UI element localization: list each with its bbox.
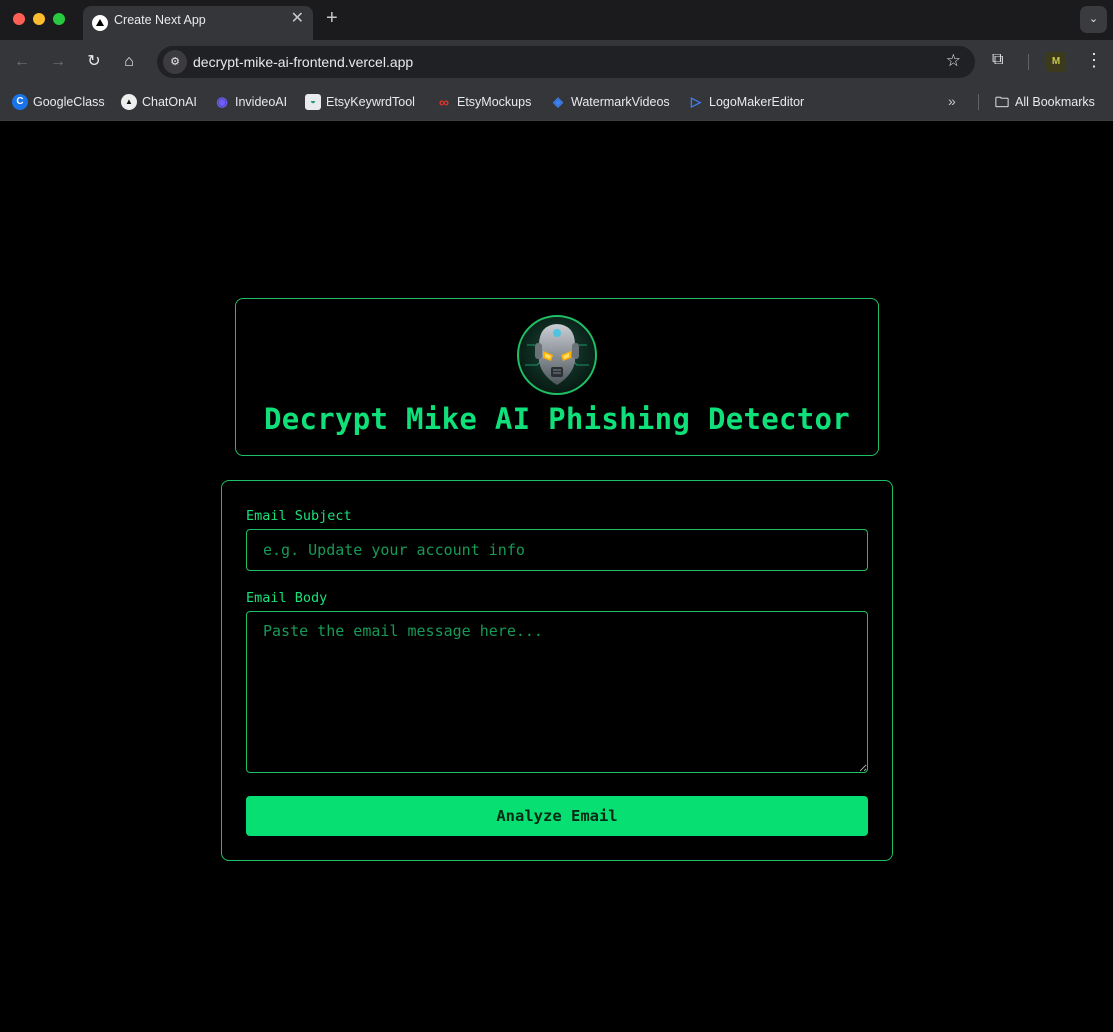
tab-title: Create Next App — [114, 13, 206, 27]
minimize-window-button[interactable] — [33, 13, 45, 25]
robot-avatar-icon — [517, 315, 597, 395]
home-button[interactable]: ⌂ — [118, 51, 140, 73]
nextjs-favicon-icon — [92, 15, 108, 31]
bookmark-etsymockups[interactable]: ∞ EtsyMockups — [436, 92, 531, 112]
c-logo-icon: C — [12, 94, 28, 110]
meta-logo-icon: ∞ — [439, 94, 449, 110]
play-logo-icon: ▷ — [691, 94, 701, 109]
header-card: Decrypt Mike AI Phishing Detector — [235, 298, 879, 456]
folder-icon: 🗀 — [995, 94, 1009, 110]
bookmark-label: LogoMakerEditor — [709, 95, 805, 109]
bookmark-chatonai[interactable]: ▲ ChatOnAI — [121, 92, 197, 112]
profile-avatar[interactable]: M — [1046, 52, 1066, 72]
url-text[interactable]: decrypt-mike-ai-frontend.vercel.app — [193, 54, 413, 70]
subject-label: Email Subject — [246, 508, 352, 524]
bookmarks-overflow-chevron-icon[interactable]: » — [948, 93, 956, 109]
invideo-logo-icon: ◉ — [216, 94, 228, 109]
analyze-email-button[interactable]: Analyze Email — [246, 796, 868, 836]
etsy-tool-logo-icon: ◒ — [305, 94, 321, 110]
body-label: Email Body — [246, 590, 328, 606]
tab-close-icon[interactable]: ✕ — [291, 11, 304, 27]
bookmark-logomakereditor[interactable]: ▷ LogoMakerEditor — [688, 92, 804, 112]
bookmark-label: ChatOnAI — [142, 95, 197, 109]
forward-button[interactable]: → — [47, 51, 69, 73]
page-title: Decrypt Mike AI Phishing Detector — [263, 402, 851, 436]
analysis-form: Email Subject Email Body Analyze Email — [221, 480, 893, 861]
bookmark-label: InvideoAI — [235, 95, 288, 109]
bookmark-label: EtsyKeywrdTool — [326, 95, 415, 109]
tab-strip: Create Next App ✕ + ⌄ — [0, 0, 1113, 40]
tab-search-button[interactable]: ⌄ — [1080, 6, 1107, 33]
extensions-puzzle-icon[interactable]: ⧉ — [992, 51, 1003, 69]
subject-input[interactable] — [246, 529, 868, 571]
bookmark-invideoai[interactable]: ◉ InvideoAI — [214, 92, 287, 112]
bookmark-label: EtsyMockups — [457, 95, 532, 109]
page-viewport: Decrypt Mike AI Phishing Detector Email … — [0, 121, 1113, 1032]
watermark-logo-icon: ◈ — [553, 94, 563, 109]
site-info-icon[interactable]: ⚙ — [163, 50, 187, 74]
new-tab-button[interactable]: + — [326, 8, 338, 28]
kebab-menu-icon[interactable]: ⋮ — [1085, 50, 1103, 71]
toolbar-divider — [1028, 54, 1029, 70]
bookmarks-divider — [978, 94, 979, 110]
browser-toolbar: ← → ↻ ⌂ ⚙ decrypt-mike-ai-frontend.verce… — [0, 40, 1113, 84]
close-window-button[interactable] — [13, 13, 25, 25]
bookmark-star-icon[interactable]: ☆ — [946, 51, 961, 71]
bookmark-label: WatermarkVideos — [571, 95, 670, 109]
address-bar[interactable]: ⚙ decrypt-mike-ai-frontend.vercel.app ☆ — [157, 46, 975, 78]
all-bookmarks-button[interactable]: 🗀 All Bookmarks — [994, 92, 1095, 112]
triangle-logo-icon: ▲ — [121, 94, 137, 110]
bookmark-watermarkvideos[interactable]: ◈ WatermarkVideos — [550, 92, 670, 112]
all-bookmarks-label: All Bookmarks — [1015, 95, 1095, 109]
browser-chrome: Create Next App ✕ + ⌄ ← → ↻ ⌂ ⚙ decrypt-… — [0, 0, 1113, 121]
tab-active[interactable]: Create Next App ✕ — [83, 6, 313, 40]
body-textarea[interactable] — [246, 611, 868, 773]
bookmark-label: GoogleClass — [33, 95, 105, 109]
back-button[interactable]: ← — [11, 51, 33, 73]
bookmarks-bar: C GoogleClass ▲ ChatOnAI ◉ InvideoAI ◒ E… — [0, 84, 1113, 120]
maximize-window-button[interactable] — [53, 13, 65, 25]
reload-button[interactable]: ↻ — [83, 51, 105, 73]
bookmark-etsykeywrdtool[interactable]: ◒ EtsyKeywrdTool — [305, 92, 415, 112]
bookmark-googleclass[interactable]: C GoogleClass — [12, 92, 105, 112]
